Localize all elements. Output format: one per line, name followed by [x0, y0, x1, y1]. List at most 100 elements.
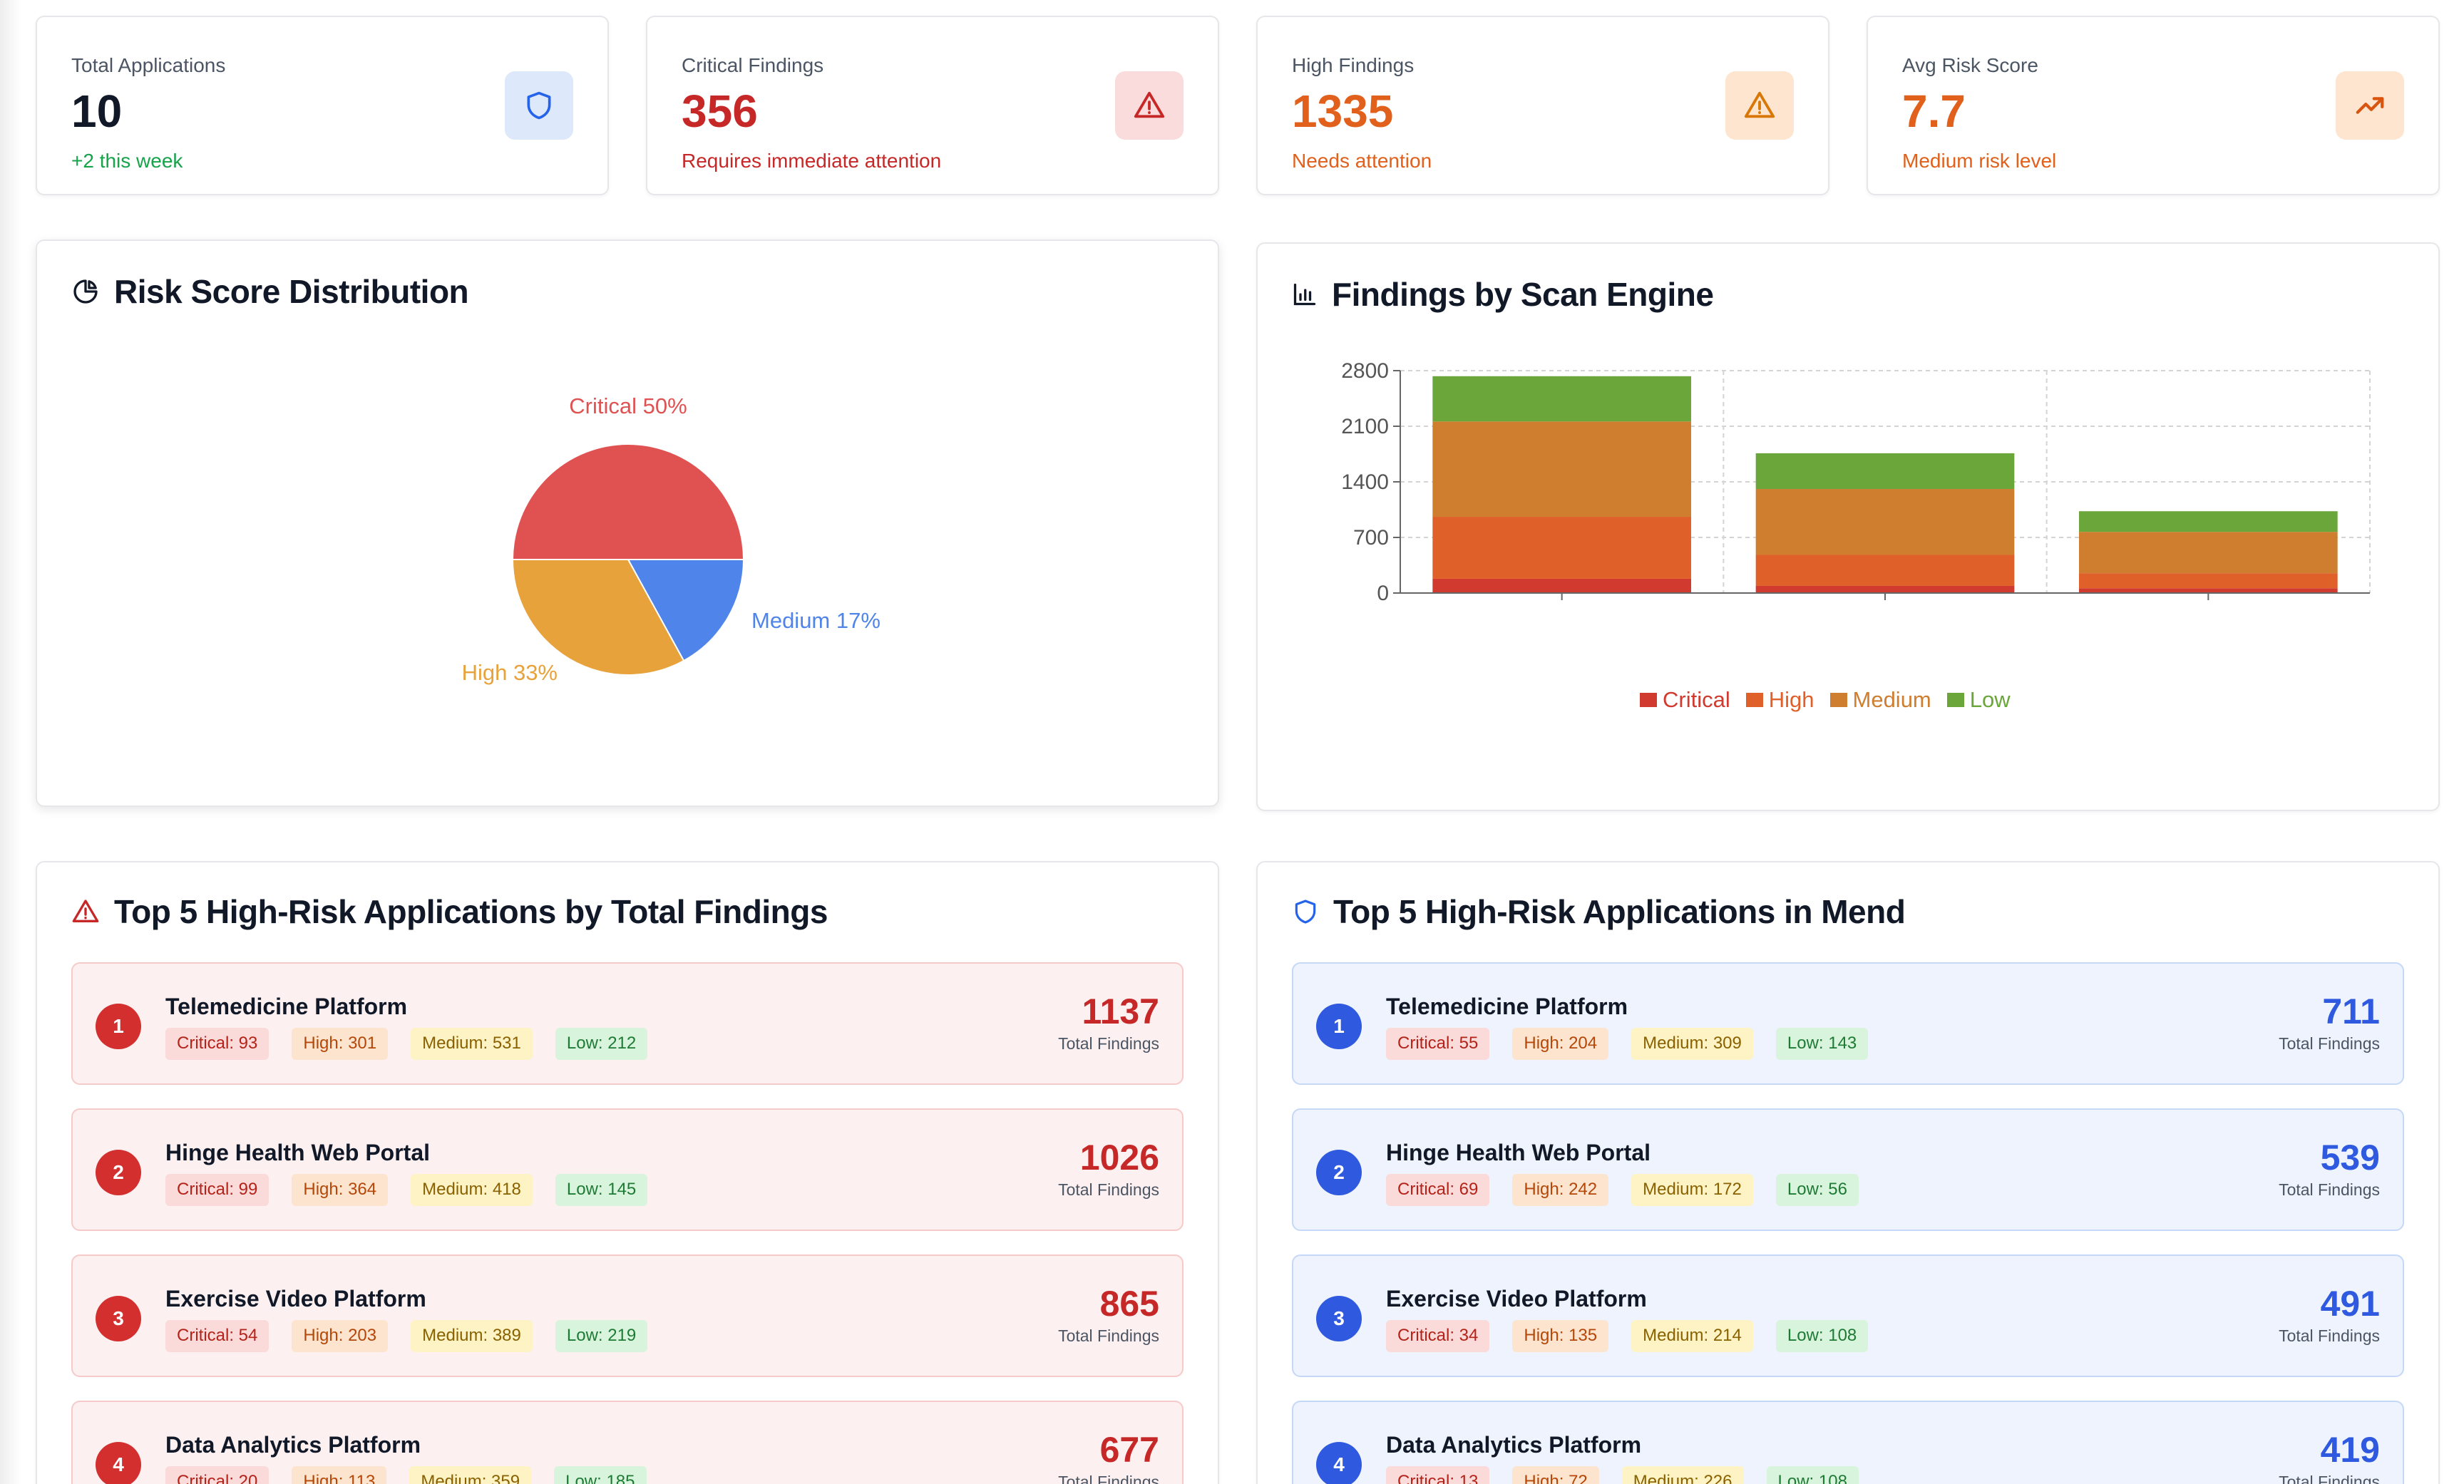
stat-title: Avg Risk Score: [1902, 54, 2038, 76]
bar-segment-medium[interactable]: [1432, 421, 1691, 517]
total-findings-label: Total Findings: [2279, 1180, 2380, 1199]
list-item[interactable]: 3 Exercise Video Platform Critical: 54 H…: [71, 1254, 1184, 1377]
list-item[interactable]: 4 Data Analytics Platform Critical: 20 H…: [71, 1401, 1184, 1484]
high-tag: High: 203: [292, 1320, 389, 1352]
left-edge-shadow: [0, 0, 21, 1484]
bar-segment-low[interactable]: [1432, 376, 1691, 422]
medium-tag: Medium: 418: [411, 1174, 533, 1206]
y-tick-label: 1400: [1341, 470, 1389, 494]
legend-label: Critical: [1663, 687, 1730, 712]
total-findings: 865 Total Findings: [1058, 1284, 1159, 1346]
top-apps-total-findings-card: Top 5 High-Risk Applications by Total Fi…: [36, 861, 1219, 1484]
list-item[interactable]: 4 Data Analytics Platform Critical: 13 H…: [1292, 1401, 2404, 1484]
stat-title: Total Applications: [71, 54, 226, 76]
section-title: Top 5 High-Risk Applications by Total Fi…: [71, 892, 828, 931]
severity-tags: Critical: 55 High: 204 Medium: 309 Low: …: [1386, 1028, 1869, 1060]
bar-segment-medium[interactable]: [1755, 489, 2015, 555]
rank-badge: 1: [1316, 1004, 1362, 1049]
low-tag: Low: 185: [554, 1466, 647, 1484]
bar-segment-high[interactable]: [2079, 573, 2338, 589]
legend-item-low[interactable]: Low: [1946, 687, 2011, 713]
total-findings-value: 539: [2320, 1138, 2380, 1178]
findings-by-scan-engine-card: Findings by Scan Engine 0 700 1400 2100 2800…: [1256, 242, 2440, 811]
medium-tag: Medium: 359: [409, 1466, 532, 1484]
stat-value: 7.7: [1902, 86, 1966, 137]
chart-legend: Critical High Medium Low: [1640, 687, 2011, 713]
rank-badge: 2: [1316, 1150, 1362, 1195]
low-tag: Low: 219: [555, 1320, 648, 1352]
total-findings: 1137 Total Findings: [1058, 992, 1159, 1053]
total-findings-label: Total Findings: [1058, 1180, 1159, 1199]
bar-segment-high[interactable]: [1755, 555, 2015, 586]
total-findings-value: 419: [2320, 1430, 2380, 1470]
bar-segment-medium[interactable]: [2079, 532, 2338, 574]
severity-tags: Critical: 54 High: 203 Medium: 389 Low: …: [165, 1320, 648, 1352]
total-findings-label: Total Findings: [1058, 1034, 1159, 1053]
low-tag: Low: 145: [555, 1174, 648, 1206]
alert-triangle-icon: [72, 900, 99, 922]
total-findings-value: 1137: [1082, 991, 1159, 1031]
pie-label-medium: Medium 17%: [751, 608, 881, 633]
shield-icon: [1295, 900, 1316, 924]
severity-tags: Critical: 34 High: 135 Medium: 214 Low: …: [1386, 1320, 1869, 1352]
low-tag: Low: 108: [1766, 1466, 1859, 1484]
bar-segment-critical[interactable]: [1432, 578, 1691, 593]
legend-swatch: [1745, 693, 1763, 707]
bar-segment-critical[interactable]: [1755, 585, 2015, 593]
critical-tag: Critical: 55: [1386, 1028, 1490, 1060]
bar-chart-icon: [1293, 283, 1316, 306]
app-name: Telemedicine Platform: [1386, 994, 1628, 1019]
y-tick-label: 700: [1353, 526, 1389, 550]
bar-segment-high[interactable]: [1432, 517, 1691, 579]
stat-title: Critical Findings: [682, 54, 824, 76]
total-findings: 711 Total Findings: [2279, 992, 2380, 1053]
stat-subtext: Medium risk level: [1902, 150, 2057, 172]
legend-item-medium[interactable]: Medium: [1829, 687, 1931, 713]
critical-tag: Critical: 13: [1386, 1466, 1490, 1484]
top-apps-mend-card: Top 5 High-Risk Applications in Mend 1 T…: [1256, 861, 2440, 1484]
stat-card-critical-findings: Critical Findings 356 Requires immediate…: [646, 16, 1219, 195]
section-title-text: Findings by Scan Engine: [1332, 276, 1714, 313]
list-item[interactable]: 1 Telemedicine Platform Critical: 93 Hig…: [71, 962, 1184, 1085]
legend-label: High: [1768, 687, 1814, 712]
bar-segment-critical[interactable]: [2079, 588, 2338, 593]
list-item[interactable]: 1 Telemedicine Platform Critical: 55 Hig…: [1292, 962, 2404, 1085]
legend-label: Low: [1969, 687, 2011, 712]
severity-tags: Critical: 99 High: 364 Medium: 418 Low: …: [165, 1174, 648, 1206]
total-findings-label: Total Findings: [1058, 1473, 1159, 1484]
bar-segment-low[interactable]: [2079, 511, 2338, 532]
legend-item-critical[interactable]: Critical: [1640, 687, 1730, 713]
rank-badge: 3: [96, 1296, 141, 1341]
list-item[interactable]: 2 Hinge Health Web Portal Critical: 69 H…: [1292, 1108, 2404, 1231]
app-name: Telemedicine Platform: [165, 994, 408, 1019]
critical-tag: Critical: 69: [1386, 1174, 1490, 1206]
list-item[interactable]: 3 Exercise Video Platform Critical: 34 H…: [1292, 1254, 2404, 1377]
high-tag: High: 135: [1512, 1320, 1609, 1352]
critical-tag: Critical: 93: [165, 1028, 270, 1060]
y-tick-label: 0: [1377, 582, 1389, 605]
total-findings: 677 Total Findings: [1058, 1431, 1159, 1484]
stat-card-total-applications: Total Applications 10 +2 this week: [36, 16, 609, 195]
low-tag: Low: 56: [1775, 1174, 1859, 1206]
legend-swatch: [1640, 693, 1657, 707]
high-tag: High: 301: [292, 1028, 389, 1060]
section-title-text: Top 5 High-Risk Applications in Mend: [1333, 893, 1906, 930]
risk-score-distribution-card: Risk Score Distribution Critical 50% Med…: [36, 239, 1219, 807]
critical-tag: Critical: 54: [165, 1320, 270, 1352]
critical-tag: Critical: 34: [1386, 1320, 1490, 1352]
stat-card-high-findings: High Findings 1335 Needs attention: [1256, 16, 1829, 195]
pie-slice-critical[interactable]: [511, 443, 745, 560]
severity-tags: Critical: 69 High: 242 Medium: 172 Low: …: [1386, 1174, 1859, 1206]
alert-triangle-icon: [1725, 71, 1794, 140]
bar-segment-low[interactable]: [1755, 453, 2015, 490]
trending-up-icon: [2336, 71, 2404, 140]
stat-subtext: +2 this week: [71, 150, 183, 172]
medium-tag: Medium: 389: [411, 1320, 533, 1352]
legend-item-high[interactable]: High: [1745, 687, 1814, 713]
rank-badge: 2: [96, 1150, 141, 1195]
low-tag: Low: 143: [1775, 1028, 1869, 1060]
list-item[interactable]: 2 Hinge Health Web Portal Critical: 99 H…: [71, 1108, 1184, 1231]
app-name: Exercise Video Platform: [165, 1286, 426, 1312]
rank-badge: 1: [96, 1004, 141, 1049]
high-tag: High: 364: [292, 1174, 389, 1206]
